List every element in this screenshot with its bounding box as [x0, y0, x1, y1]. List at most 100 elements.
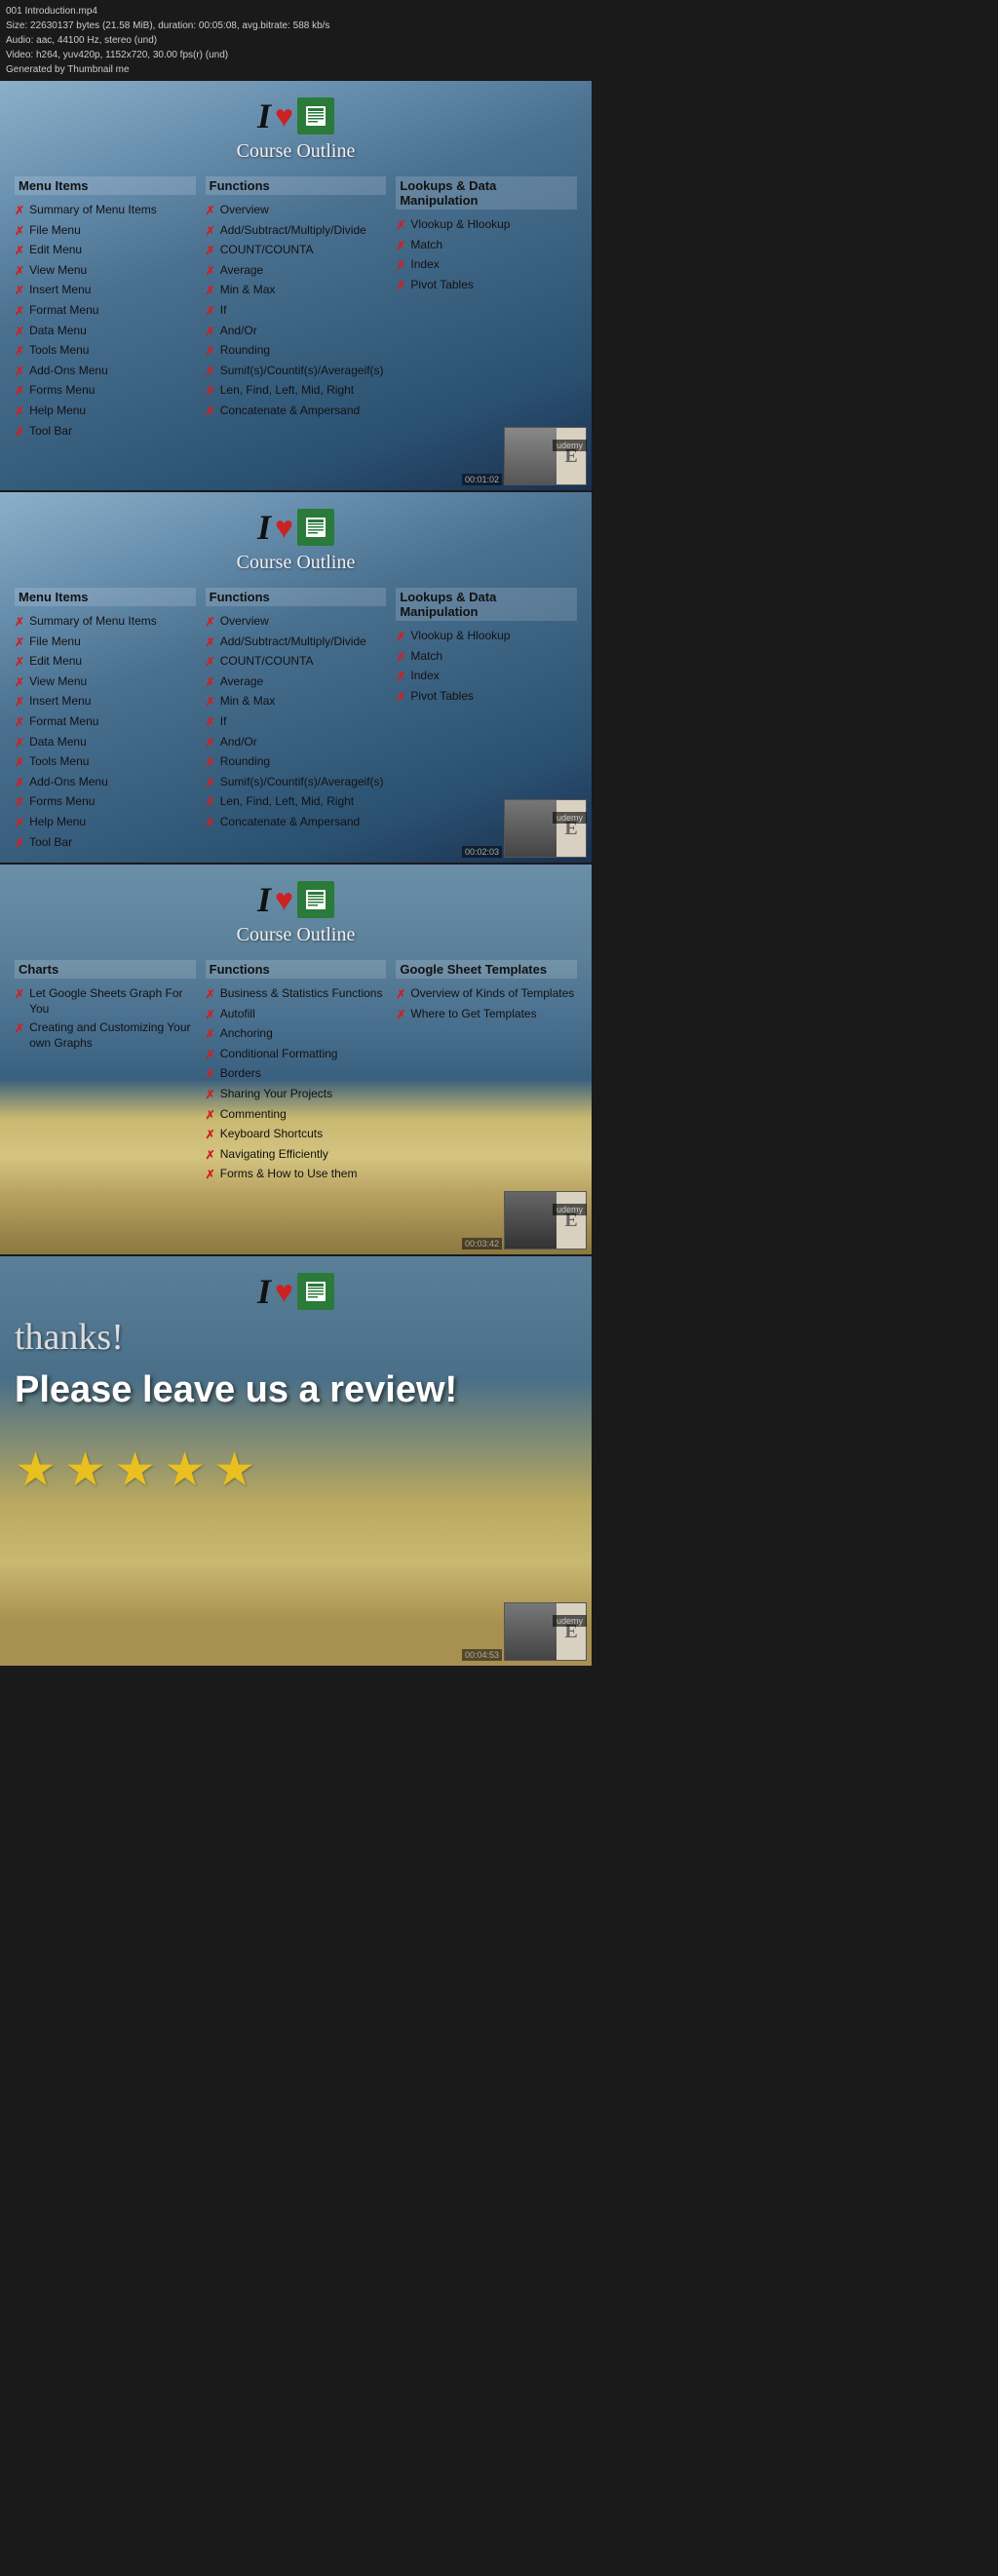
x-icon: ✗ [15, 304, 24, 320]
x-icon: ✗ [206, 264, 215, 280]
x-icon: ✗ [206, 1108, 215, 1124]
x-icon: ✗ [15, 776, 24, 791]
list-item: ✗Help Menu [15, 404, 196, 420]
x-icon: ✗ [396, 670, 405, 685]
list-item: ✗Min & Max [206, 283, 387, 299]
x-icon: ✗ [15, 325, 24, 340]
x-icon: ✗ [206, 1008, 215, 1023]
logo-sheets-4 [297, 1273, 334, 1310]
x-icon: ✗ [206, 365, 215, 380]
x-icon: ✗ [15, 425, 24, 441]
logo-3: I ♥ [15, 879, 577, 920]
x-icon: ✗ [15, 755, 24, 771]
col-heading-menu-1: Menu Items [15, 176, 196, 195]
col-functions-2: Functions ✗Overview ✗Add/Subtract/Multip… [206, 588, 387, 835]
list-item: ✗If [206, 303, 387, 320]
x-icon: ✗ [206, 325, 215, 340]
x-icon: ✗ [15, 365, 24, 380]
list-item: ✗And/Or [206, 735, 387, 751]
logo-sheets-3 [297, 881, 334, 918]
logo-heart-3: ♥ [275, 882, 293, 918]
x-icon: ✗ [396, 987, 405, 1003]
list-item: ✗Edit Menu [15, 243, 196, 259]
slide-4-thanks: I ♥ thanks! Please leave us a review! ★ … [0, 1256, 592, 1666]
list-item: ✗Vlookup & Hlookup [396, 629, 577, 645]
review-text: Please leave us a review! [15, 1368, 577, 1413]
x-icon: ✗ [15, 987, 24, 1003]
list-item: ✗Data Menu [15, 735, 196, 751]
logo-i-4: I [257, 1271, 271, 1312]
slide-3: I ♥ Course Outline Charts ✗Let Google Sh… [0, 865, 592, 1254]
file-audio: Audio: aac, 44100 Hz, stereo (und) [6, 33, 586, 48]
file-info: 001 Introduction.mp4 Size: 22630137 byte… [0, 0, 592, 81]
list-item: ✗View Menu [15, 674, 196, 691]
stars-row: ★ ★ ★ ★ ★ [15, 1442, 577, 1497]
x-icon: ✗ [206, 204, 215, 219]
list-item: ✗Add/Subtract/Multiply/Divide [206, 223, 387, 240]
x-icon: ✗ [15, 635, 24, 651]
x-icon: ✗ [206, 816, 215, 831]
list-item: ✗File Menu [15, 223, 196, 240]
x-icon: ✗ [206, 284, 215, 299]
columns-1: Menu Items ✗Summary of Menu Items ✗File … [15, 176, 577, 443]
list-item: ✗Let Google Sheets Graph For You [15, 986, 196, 1017]
x-icon: ✗ [15, 795, 24, 811]
col-lookups-2: Lookups & Data Manipulation ✗Vlookup & H… [396, 588, 577, 709]
x-icon: ✗ [15, 404, 24, 420]
logo-4: I ♥ [15, 1271, 577, 1312]
list-item: ✗Len, Find, Left, Mid, Right [206, 794, 387, 811]
course-outline-2: Course Outline [15, 552, 577, 574]
list-item: ✗Add-Ons Menu [15, 775, 196, 791]
list-item: ✗File Menu [15, 634, 196, 651]
list-item: ✗Len, Find, Left, Mid, Right [206, 383, 387, 400]
x-icon: ✗ [206, 615, 215, 631]
list-item: ✗Sumif(s)/Countif(s)/Averageif(s) [206, 775, 387, 791]
list-item: ✗Sharing Your Projects [206, 1087, 387, 1103]
x-icon: ✗ [15, 655, 24, 671]
list-item: ✗COUNT/COUNTA [206, 243, 387, 259]
col-charts: Charts ✗Let Google Sheets Graph For You … [15, 960, 196, 1055]
list-item: ✗Pivot Tables [396, 689, 577, 706]
x-icon: ✗ [206, 675, 215, 691]
slide-4-content: I ♥ thanks! Please leave us a review! ★ … [0, 1256, 592, 1585]
file-generated: Generated by Thumbnail me [6, 62, 586, 77]
star-5: ★ [213, 1442, 255, 1497]
list-item: ✗Format Menu [15, 303, 196, 320]
x-icon: ✗ [15, 675, 24, 691]
x-icon: ✗ [15, 264, 24, 280]
list-item: ✗Autofill [206, 1007, 387, 1023]
list-item: ✗Tool Bar [15, 424, 196, 441]
logo-sheets-1 [297, 97, 334, 135]
list-item: ✗Edit Menu [15, 654, 196, 671]
x-icon: ✗ [206, 736, 215, 751]
list-item: ✗Sumif(s)/Countif(s)/Averageif(s) [206, 364, 387, 380]
list-item: ✗Tools Menu [15, 754, 196, 771]
logo-heart-4: ♥ [275, 1274, 293, 1310]
list-item: ✗Concatenate & Ampersand [206, 404, 387, 420]
x-icon: ✗ [206, 776, 215, 791]
list-item: ✗Index [396, 257, 577, 274]
col-lookups-1: Lookups & Data Manipulation ✗Vlookup & H… [396, 176, 577, 297]
x-icon: ✗ [206, 1128, 215, 1143]
col-heading-menu-2: Menu Items [15, 588, 196, 606]
slide-2-content: I ♥ Course Outline Menu Items ✗Summary o… [0, 492, 592, 863]
logo-2: I ♥ [15, 507, 577, 548]
webcam-e-letter-4: E [557, 1603, 586, 1660]
x-icon: ✗ [15, 816, 24, 831]
list-item: ✗Where to Get Templates [396, 1007, 577, 1023]
x-icon: ✗ [396, 218, 405, 234]
list-item: ✗Forms Menu [15, 383, 196, 400]
list-item: ✗Insert Menu [15, 694, 196, 711]
x-icon: ✗ [206, 404, 215, 420]
col-templates: Google Sheet Templates ✗Overview of Kind… [396, 960, 577, 1026]
udemy-badge-4: udemy [553, 1615, 587, 1627]
x-icon: ✗ [396, 1008, 405, 1023]
list-item: ✗Data Menu [15, 324, 196, 340]
logo-1: I ♥ [15, 96, 577, 136]
file-size: Size: 22630137 bytes (21.58 MiB), durati… [6, 19, 586, 33]
x-icon: ✗ [396, 258, 405, 274]
x-icon: ✗ [206, 695, 215, 711]
x-icon: ✗ [15, 344, 24, 360]
logo-sheets-2 [297, 509, 334, 546]
list-item: ✗Business & Statistics Functions [206, 986, 387, 1003]
